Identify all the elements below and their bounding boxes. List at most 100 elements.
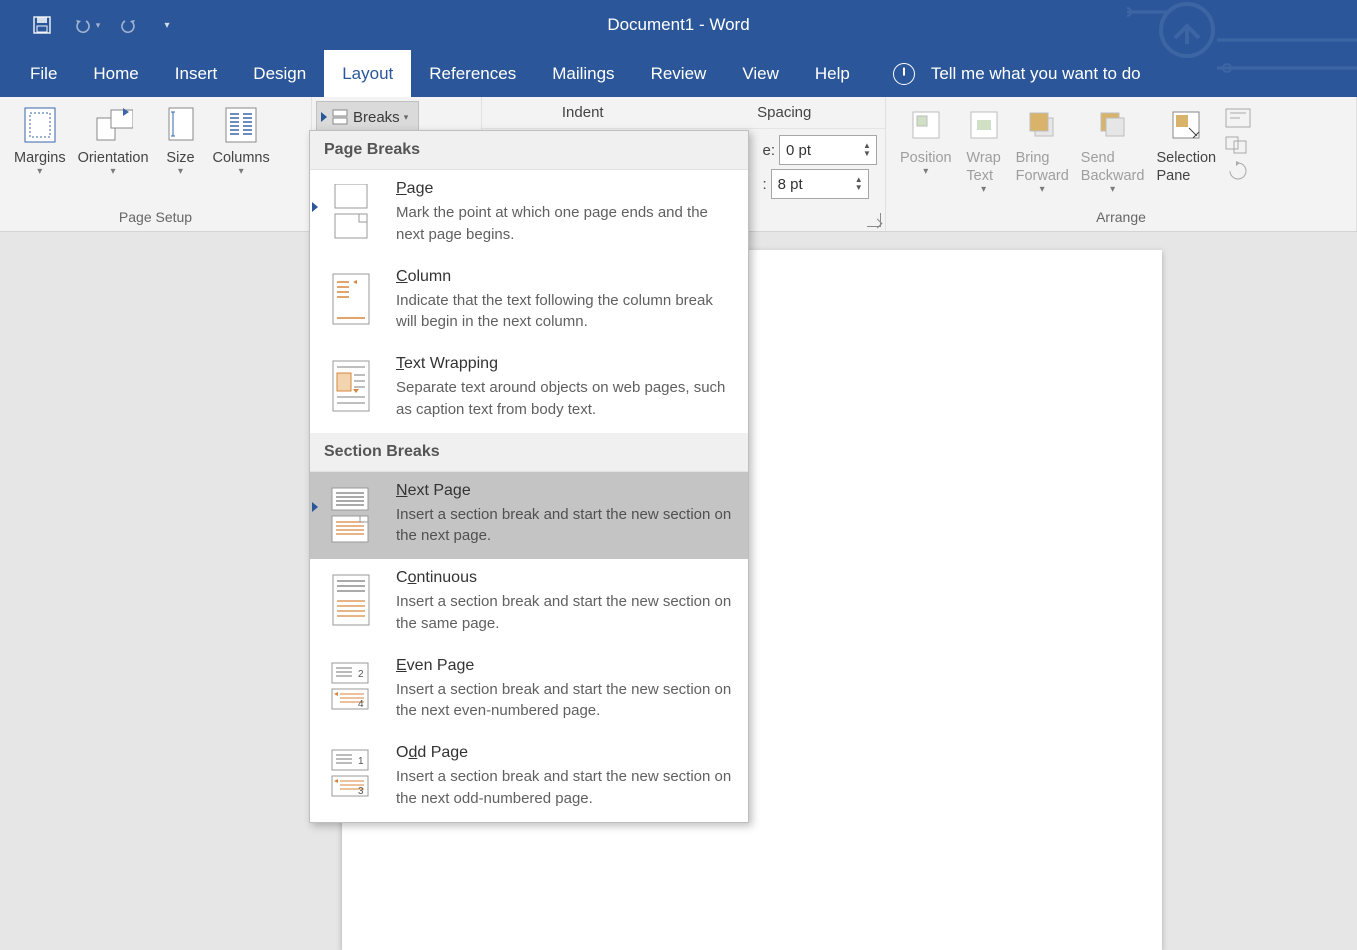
margins-icon	[23, 106, 57, 144]
even-page-icon: 2 4	[326, 661, 376, 717]
menu-item-column-break[interactable]: Column Indicate that the text following …	[310, 258, 748, 346]
bring-forward-label: Bring Forward	[1016, 149, 1069, 185]
menu-item-continuous[interactable]: Continuous Insert a section break and st…	[310, 559, 748, 647]
breaks-button[interactable]: Breaks ▾	[316, 101, 419, 133]
odd-page-desc: Insert a section break and start the new…	[396, 766, 734, 810]
group-page-setup: Margins ▾ Orientation ▾ Size ▾ Columns ▾	[0, 97, 312, 231]
menu-item-even-page[interactable]: 2 4 Even Page Insert a section break and…	[310, 647, 748, 735]
chevron-down-icon: ▾	[1040, 187, 1045, 193]
tab-references[interactable]: References	[411, 50, 534, 97]
selection-pane-label: Selection Pane	[1156, 149, 1216, 185]
next-page-desc: Insert a section break and start the new…	[396, 504, 734, 548]
qat-customize[interactable]: ▾	[152, 10, 182, 40]
columns-icon	[224, 106, 258, 144]
spacing-after-spinner[interactable]: ▲▼	[771, 169, 869, 199]
breaks-label: Breaks	[353, 109, 400, 126]
chevron-down-icon: ▾	[981, 187, 986, 193]
page-break-desc: Mark the point at which one page ends an…	[396, 202, 734, 246]
chevron-down-icon: ▾	[404, 112, 409, 123]
tab-layout[interactable]: Layout	[324, 50, 411, 97]
bring-forward-button[interactable]: Bring Forward ▾	[1010, 103, 1075, 193]
selection-pane-icon	[1171, 110, 1201, 140]
play-indicator-icon	[321, 112, 327, 122]
column-break-desc: Indicate that the text following the col…	[396, 290, 734, 334]
next-page-icon	[326, 486, 376, 546]
tab-design[interactable]: Design	[235, 50, 324, 97]
tab-help[interactable]: Help	[797, 50, 868, 97]
margins-button[interactable]: Margins ▾	[8, 103, 72, 175]
menu-item-text-wrapping[interactable]: Text Wrapping Separate text around objec…	[310, 345, 748, 433]
tab-view[interactable]: View	[724, 50, 797, 97]
chevron-down-icon: ▾	[111, 169, 116, 175]
spacing-before-input[interactable]	[780, 141, 840, 160]
spinner-arrows[interactable]: ▲▼	[858, 142, 876, 158]
play-indicator-icon	[312, 202, 318, 212]
group-icon	[1224, 133, 1252, 155]
orientation-label: Orientation	[78, 149, 149, 167]
send-backward-label: Send Backward	[1081, 149, 1145, 185]
page-break-icon	[329, 184, 373, 240]
spacing-after-label: :	[762, 176, 766, 193]
spacing-before-spinner[interactable]: ▲▼	[779, 135, 877, 165]
column-break-icon	[329, 272, 373, 328]
svg-text:1: 1	[358, 756, 364, 767]
even-page-desc: Insert a section break and start the new…	[396, 679, 734, 723]
redo-button[interactable]	[108, 10, 152, 40]
chevron-down-icon: ▾	[923, 169, 928, 175]
size-button[interactable]: Size ▾	[155, 103, 207, 175]
text-wrapping-desc: Separate text around objects on web page…	[396, 377, 734, 421]
send-backward-icon	[1098, 110, 1128, 140]
spacing-header: Spacing	[684, 97, 886, 128]
undo-button[interactable]: ▾	[64, 10, 108, 40]
chevron-down-icon: ▾	[178, 169, 183, 175]
orientation-button[interactable]: Orientation ▾	[72, 103, 155, 175]
save-button[interactable]	[20, 10, 64, 40]
chevron-down-icon: ▾	[37, 169, 42, 175]
chevron-down-icon: ▾	[239, 169, 244, 175]
tell-me-search[interactable]: Tell me what you want to do	[893, 50, 1141, 97]
tab-home[interactable]: Home	[75, 50, 156, 97]
columns-button[interactable]: Columns ▾	[207, 103, 276, 175]
wrap-text-icon	[969, 110, 999, 140]
arrange-caption: Arrange	[886, 207, 1356, 231]
page-breaks-header: Page Breaks	[310, 131, 748, 170]
selection-pane-button[interactable]: Selection Pane	[1150, 103, 1222, 185]
spinner-arrows[interactable]: ▲▼	[850, 176, 868, 192]
redo-icon	[120, 16, 140, 34]
menu-item-page-break[interactable]: Page Mark the point at which one page en…	[310, 170, 748, 258]
size-icon	[165, 106, 197, 144]
tab-insert[interactable]: Insert	[157, 50, 236, 97]
spacing-after-input[interactable]	[772, 175, 832, 194]
size-label: Size	[166, 149, 194, 167]
position-button[interactable]: Position ▾	[894, 103, 958, 175]
spacing-before-label: e:	[762, 142, 775, 159]
save-icon	[33, 16, 51, 34]
tab-review[interactable]: Review	[633, 50, 725, 97]
tab-file[interactable]: File	[12, 50, 75, 97]
lightbulb-icon	[893, 63, 915, 85]
menu-item-next-page[interactable]: Next Page Insert a section break and sta…	[310, 472, 748, 560]
text-wrapping-icon	[329, 359, 373, 415]
svg-text:3: 3	[358, 786, 364, 797]
wrap-text-button[interactable]: Wrap Text ▾	[958, 103, 1010, 193]
group-arrange: Position ▾ Wrap Text ▾ Bring Forward ▾ S…	[886, 97, 1357, 231]
margins-label: Margins	[14, 149, 66, 167]
undo-icon	[72, 16, 94, 34]
wrap-text-label: Wrap Text	[966, 149, 1000, 185]
columns-label: Columns	[213, 149, 270, 167]
page-setup-caption: Page Setup	[0, 207, 311, 231]
dialog-launcher[interactable]	[867, 213, 881, 227]
section-breaks-header: Section Breaks	[310, 433, 748, 472]
breaks-dropdown-menu: Page Breaks Page Mark the point at which…	[309, 130, 749, 823]
orientation-icon	[93, 106, 133, 144]
indent-header: Indent	[482, 97, 684, 128]
menu-item-odd-page[interactable]: 1 3 Odd Page Insert a section break and …	[310, 734, 748, 822]
chevron-down-icon: ▾	[1110, 187, 1115, 193]
send-backward-button[interactable]: Send Backward ▾	[1075, 103, 1151, 193]
tab-mailings[interactable]: Mailings	[534, 50, 632, 97]
play-indicator-icon	[312, 502, 318, 512]
odd-page-icon: 1 3	[326, 748, 376, 804]
rotate-icon	[1224, 159, 1252, 181]
continuous-icon	[329, 573, 373, 629]
svg-text:4: 4	[358, 699, 364, 710]
